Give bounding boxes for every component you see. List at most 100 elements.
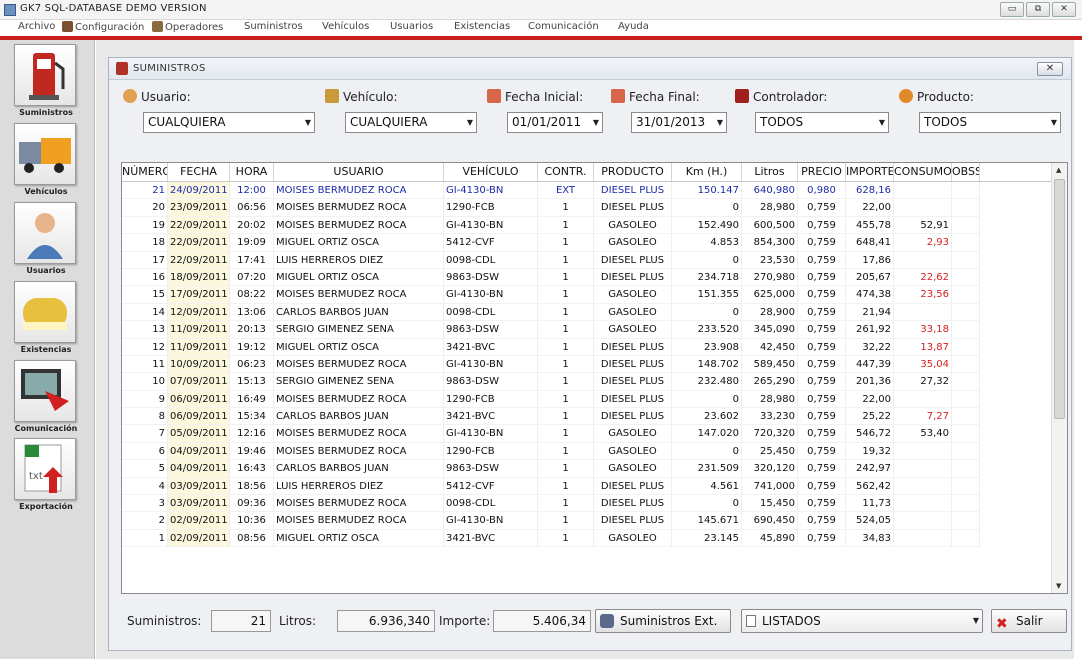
column-header[interactable]: FECHA [168,163,230,181]
table-row[interactable]: 8 06/09/2011 15:34 CARLOS BARBOS JUAN 3421-B… [122,408,1052,426]
table-cell: 19:09 [230,234,274,252]
suministros-ext-label: Suministros Ext. [620,614,718,628]
menu-item-1[interactable]: Configuración [62,21,144,33]
table-row[interactable]: 5 04/09/2011 16:43 CARLOS BARBOS JUAN 9863-D… [122,460,1052,478]
column-header[interactable]: HORA [230,163,274,181]
table-row[interactable]: 3 03/09/2011 09:36 MOISES BERMUDEZ ROCA 0098… [122,495,1052,513]
table-cell [952,268,980,287]
restore-button[interactable]: ⧉ [1026,2,1050,17]
truck-icon[interactable] [14,123,76,185]
table-cell: 18:56 [230,477,274,496]
chevron-down-icon: ▼ [592,118,599,127]
table-cell: MOISES BERMUDEZ ROCA [274,286,444,304]
scrollbar-thumb[interactable] [1054,179,1065,419]
table-cell: DIESEL PLUS [594,477,672,496]
menu-item-4[interactable]: Vehículos [322,21,369,32]
table-row[interactable]: 17 22/09/2011 17:41 LUIS HERREROS DIEZ 0098-… [122,251,1052,269]
column-header[interactable]: CONSUMO [894,163,952,181]
menu-item-3[interactable]: Suministros [244,21,303,32]
excel-export-icon[interactable]: txt [14,438,76,500]
table-row[interactable]: 6 04/09/2011 19:46 MOISES BERMUDEZ ROCA 1290… [122,442,1052,461]
vehiculo-label-text: Vehículo: [343,90,398,104]
column-header[interactable]: OBSS [952,163,980,181]
table-cell: 20:13 [230,321,274,339]
table-row[interactable]: 18 22/09/2011 19:09 MIGUEL ORTIZ OSCA 5412-C… [122,234,1052,252]
sidebar-item-4[interactable]: Comunicación [14,360,78,433]
panel-close-button[interactable]: ✕ [1037,62,1063,76]
table-cell: 0098-CDL [444,251,538,269]
vertical-scrollbar[interactable]: ▲ ▼ [1051,163,1067,593]
table-row[interactable]: 10 07/09/2011 15:13 SERGIO GIMENEZ SENA 9863… [122,373,1052,391]
table-cell: 4 [122,477,168,496]
fecha-inicial-picker[interactable]: 01/01/2011 ▼ [507,112,603,133]
table-cell: 28,900 [742,303,798,322]
menu-item-0[interactable]: Archivo [18,21,55,32]
close-window-button[interactable]: ✕ [1052,2,1076,17]
column-header[interactable]: Litros [742,163,798,181]
vehiculo-select[interactable]: CUALQUIERA ▼ [345,112,477,133]
table-cell: 242,97 [846,460,894,478]
table-row[interactable]: 9 06/09/2011 16:49 MOISES BERMUDEZ ROCA 1290… [122,390,1052,409]
scroll-down-icon[interactable]: ▼ [1056,582,1061,590]
sidebar-item-1[interactable]: Vehículos [14,123,78,196]
sidebar-item-label: Vehículos [24,187,68,196]
sidebar-item-2[interactable]: Usuarios [14,202,78,275]
menu-item-2[interactable]: Operadores [152,21,223,33]
column-header[interactable]: CONTR. [538,163,594,181]
table-row[interactable]: 7 05/09/2011 12:16 MOISES BERMUDEZ ROCA GI-4… [122,425,1052,443]
column-header[interactable]: PRECIO [798,163,846,181]
salir-button[interactable]: ✖ Salir [991,609,1067,633]
table-row[interactable]: 15 17/09/2011 08:22 MOISES BERMUDEZ ROCA GI-… [122,286,1052,304]
table-row[interactable]: 2 02/09/2011 10:36 MOISES BERMUDEZ ROCA GI-4… [122,512,1052,530]
usuario-select[interactable]: CUALQUIERA ▼ [143,112,315,133]
table-row[interactable]: 21 24/09/2011 12:00 MOISES BERMUDEZ ROCA GI-… [122,182,1052,200]
table-cell: 06/09/2011 [168,408,230,426]
table-cell: 0,759 [798,512,846,530]
sidebar-item-3[interactable]: Existencias [14,281,78,354]
producto-select[interactable]: TODOS ▼ [919,112,1061,133]
table-row[interactable]: 19 22/09/2011 20:02 MOISES BERMUDEZ ROCA GI-… [122,216,1052,235]
menu-item-7[interactable]: Comunicación [528,21,599,32]
column-header[interactable]: Km (H.) [672,163,742,181]
table-row[interactable]: 12 11/09/2011 19:12 MIGUEL ORTIZ OSCA 3421-B… [122,338,1052,356]
sidebar-item-label: Exportación [19,502,73,511]
table-cell: 447,39 [846,355,894,374]
table-row[interactable]: 16 18/09/2011 07:20 MIGUEL ORTIZ OSCA 9863-D… [122,268,1052,287]
scroll-up-icon[interactable]: ▲ [1056,166,1061,174]
column-header[interactable]: IMPORTE [846,163,894,181]
fecha-final-picker[interactable]: 31/01/2013 ▼ [631,112,727,133]
monitor-icon[interactable] [14,360,76,422]
table-cell: CARLOS BARBOS JUAN [274,460,444,478]
listados-select[interactable]: LISTADOS ▼ [741,609,983,633]
table-cell: 23/09/2011 [168,199,230,217]
table-cell: 628,16 [846,182,894,200]
table-cell: 1 [538,355,594,374]
menu-item-5[interactable]: Usuarios [390,21,433,32]
table-cell: 17/09/2011 [168,286,230,304]
table-cell: 0,759 [798,477,846,496]
user-icon[interactable] [14,202,76,264]
column-header[interactable]: USUARIO [274,163,444,181]
table-row[interactable]: 1 02/09/2011 08:56 MIGUEL ORTIZ OSCA 3421-BV… [122,529,1052,548]
sidebar-item-5[interactable]: txt Exportación [14,438,78,511]
table-row[interactable]: 13 11/09/2011 20:13 SERGIO GIMENEZ SENA 9863… [122,321,1052,339]
usuario-label: Usuario: [123,89,191,104]
column-header[interactable]: PRODUCTO [594,163,672,181]
table-row[interactable]: 20 23/09/2011 06:56 MOISES BERMUDEZ ROCA 129… [122,199,1052,217]
table-row[interactable]: 14 12/09/2011 13:06 CARLOS BARBOS JUAN 0098-… [122,303,1052,322]
fuel-pump-icon[interactable] [14,44,76,106]
tank-icon[interactable] [14,281,76,343]
minimize-button[interactable]: ▭ [1000,2,1024,17]
table-row[interactable]: 11 10/09/2011 06:23 MOISES BERMUDEZ ROCA GI-… [122,355,1052,374]
controlador-select[interactable]: TODOS ▼ [755,112,889,133]
table-row[interactable]: 4 03/09/2011 18:56 LUIS HERREROS DIEZ 5412-C… [122,477,1052,496]
sidebar-item-0[interactable]: Suministros [14,44,78,117]
table-cell: 1 [538,321,594,339]
table-cell: 1290-FCB [444,199,538,217]
table-cell: 0,759 [798,495,846,513]
suministros-ext-button[interactable]: Suministros Ext. [595,609,731,633]
column-header[interactable]: NÚMERO [122,163,168,181]
column-header[interactable]: VEHÍCULO [444,163,538,181]
menu-item-6[interactable]: Existencias [454,21,510,32]
menu-item-8[interactable]: Ayuda [618,21,649,32]
